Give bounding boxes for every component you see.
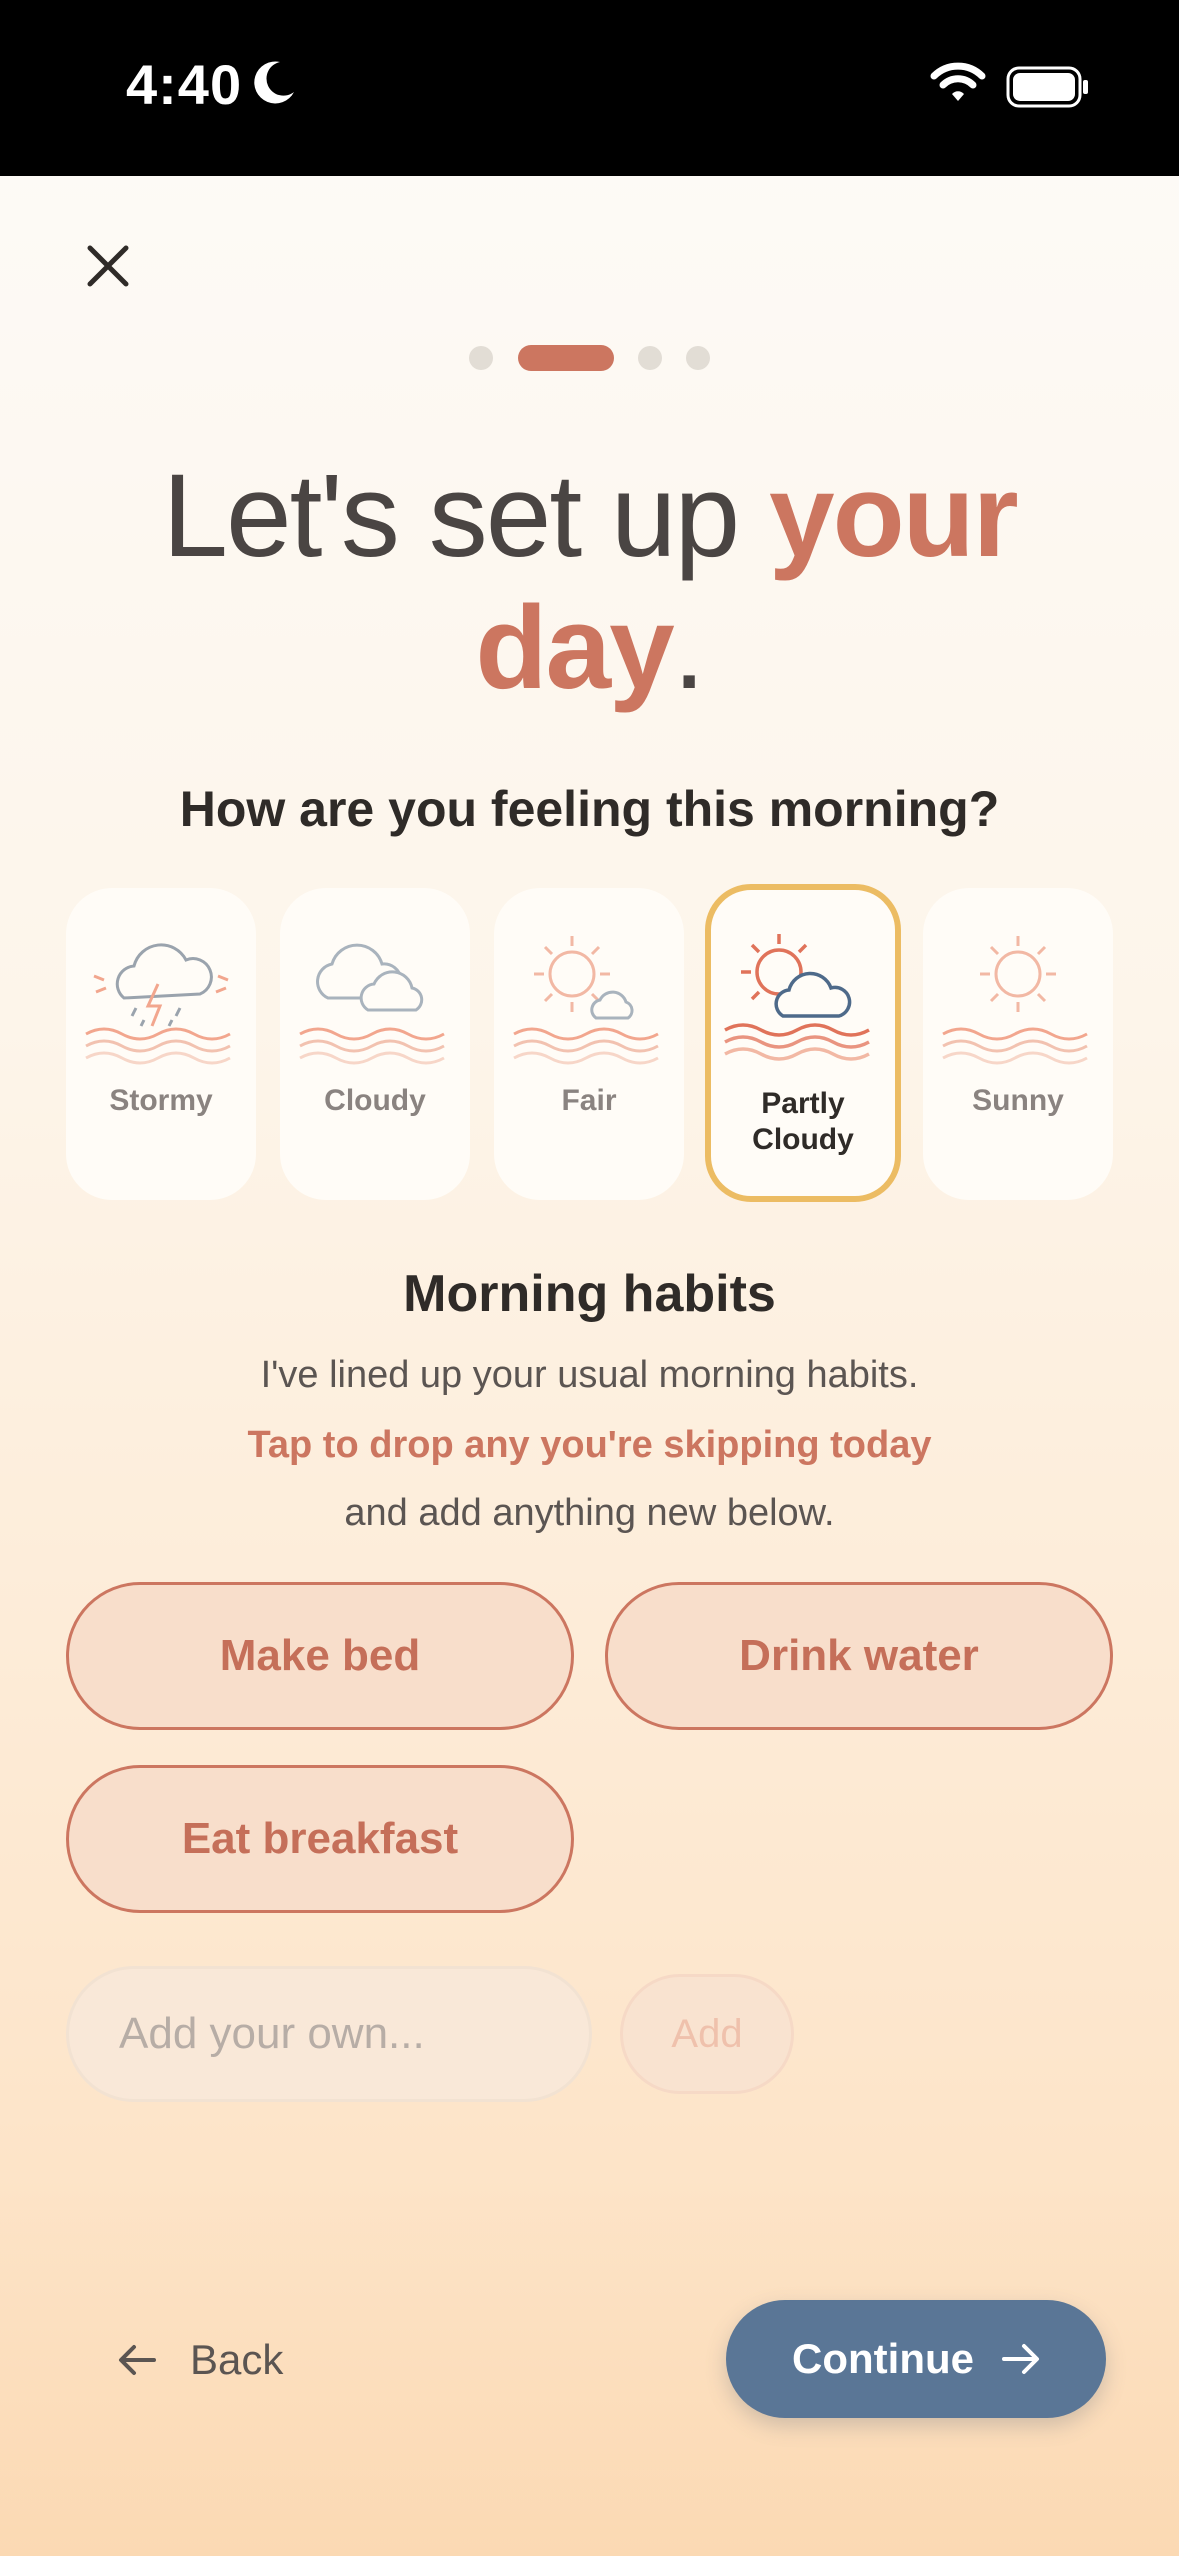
- title-accent-day: day: [475, 582, 674, 714]
- progress-dot: [638, 346, 662, 370]
- progress-dot: [469, 346, 493, 370]
- arrow-left-icon: [119, 2345, 156, 2375]
- title-part1: Let's set up: [162, 450, 769, 582]
- status-time: 4:40: [126, 53, 243, 116]
- page-title: Let's set up your day.: [0, 450, 1179, 714]
- habits-description: I've lined up your usual morning habits.: [260, 1354, 919, 1396]
- close-icon[interactable]: [78, 236, 138, 296]
- back-button[interactable]: Back: [118, 2330, 283, 2390]
- mood-selector: Stormy Cloudy Fair Partly Cloudy Sunny: [66, 884, 1113, 1202]
- mood-card-fair[interactable]: Fair: [494, 888, 684, 1200]
- mood-label: Stormy: [109, 1084, 213, 1117]
- mood-label: Partly Cloudy: [711, 1086, 895, 1158]
- sunny-icon: [942, 936, 1088, 1065]
- habit-chip-eat-breakfast[interactable]: Eat breakfast: [66, 1765, 574, 1913]
- stormy-icon: [85, 943, 231, 1065]
- habits-description-2: and add anything new below.: [344, 1492, 835, 1534]
- battery-icon: [1006, 66, 1088, 108]
- mood-label: Fair: [561, 1084, 617, 1117]
- title-accent-your: your: [768, 450, 1019, 582]
- progress-indicator: [0, 344, 1179, 371]
- progress-dot: [686, 346, 710, 370]
- mood-label-line1: Partly: [761, 1087, 845, 1120]
- habit-chip-make-bed[interactable]: Make bed: [66, 1582, 574, 1730]
- wifi-icon: [930, 62, 986, 101]
- cloudy-icon: [299, 943, 445, 1065]
- mood-card-partly-cloudy[interactable]: Partly Cloudy: [705, 884, 901, 1202]
- mood-card-cloudy[interactable]: Cloudy: [280, 888, 470, 1200]
- moon-icon: [254, 61, 294, 104]
- status-bar: 4:40: [0, 0, 1179, 176]
- partly-cloudy-icon: [724, 934, 870, 1061]
- mood-card-sunny[interactable]: Sunny: [923, 888, 1113, 1200]
- habit-chip-drink-water[interactable]: Drink water: [605, 1582, 1113, 1730]
- back-label: Back: [190, 2336, 284, 2383]
- arrow-right-icon: [1001, 2344, 1039, 2374]
- mood-label-line2: Cloudy: [752, 1123, 854, 1156]
- mood-question: How are you feeling this morning?: [179, 781, 1000, 837]
- mood-label: Cloudy: [324, 1084, 426, 1117]
- habits-instruction: Tap to drop any you're skipping today: [247, 1424, 932, 1466]
- habits-title: Morning habits: [403, 1265, 776, 1323]
- mood-card-stormy[interactable]: Stormy: [66, 888, 256, 1200]
- title-period: .: [672, 582, 706, 714]
- add-habit-button[interactable]: Add: [620, 1974, 794, 2094]
- progress-dot-active: [518, 345, 614, 371]
- fair-icon: [513, 936, 659, 1065]
- continue-button[interactable]: Continue: [726, 2300, 1106, 2418]
- mood-label: Sunny: [972, 1084, 1064, 1117]
- add-habit-input[interactable]: [66, 1966, 592, 2102]
- continue-label: Continue: [792, 2335, 974, 2382]
